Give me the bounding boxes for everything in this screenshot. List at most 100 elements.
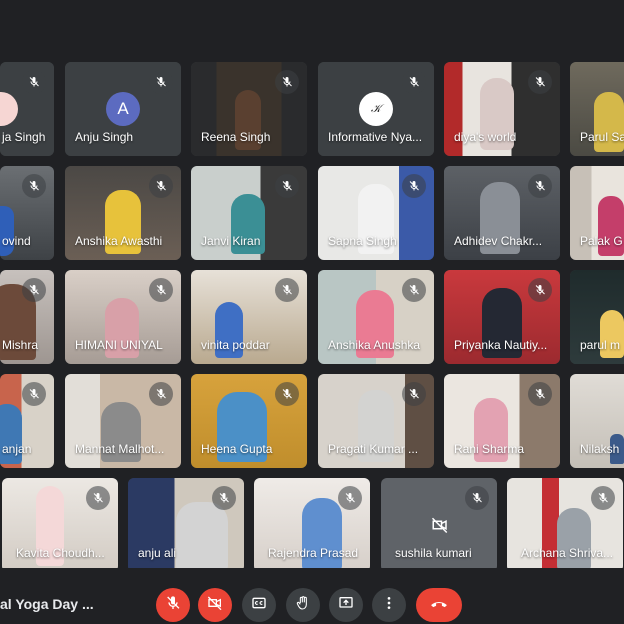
mic-off-icon (528, 382, 552, 406)
mic-off-icon (528, 70, 552, 94)
participant-tile[interactable]: Mishra (0, 270, 54, 364)
mic-off-icon (275, 382, 299, 406)
participant-name: Priyanka Nautiy... (454, 338, 548, 352)
participant-tile[interactable]: Anshika Anushka (318, 270, 434, 364)
participant-name: Heena Gupta (201, 442, 273, 456)
participant-tile[interactable]: ovind (0, 166, 54, 260)
hand-icon (295, 595, 311, 616)
participant-tile[interactable]: Rani Sharma (444, 374, 560, 468)
participant-name: ja Singh (2, 130, 46, 144)
participant-tile[interactable]: anju ali (128, 478, 244, 572)
raise-hand-button[interactable] (286, 588, 320, 622)
participant-tile[interactable]: Mannat Malhot... (65, 374, 181, 468)
mic-off-icon (149, 278, 173, 302)
participant-name: Rajendra Prasad (268, 546, 359, 560)
participant-tile[interactable]: anjan (0, 374, 54, 468)
participant-tile[interactable]: Anshika Awasthi (65, 166, 181, 260)
participant-name: Anshika Awasthi (75, 234, 163, 248)
participant-tile[interactable]: Priyanka Nautiy... (444, 270, 560, 364)
participant-tile[interactable]: Pragati Kumar ... (318, 374, 434, 468)
participant-name: ovind (2, 234, 31, 248)
participant-tile[interactable]: Rajendra Prasad (254, 478, 370, 572)
participant-figure (0, 206, 14, 256)
mic-off-icon (402, 70, 426, 94)
mic-off-icon (338, 486, 362, 510)
hang-up-icon (429, 593, 449, 618)
meeting-title: al Yoga Day ... (0, 596, 94, 612)
more-options-button[interactable] (372, 588, 406, 622)
captions-button[interactable] (242, 588, 276, 622)
participant-figure (557, 508, 591, 570)
participant-tile[interactable]: ja Singh (0, 62, 54, 156)
participant-name: Mannat Malhot... (75, 442, 165, 456)
mic-off-icon (465, 486, 489, 510)
present-button[interactable] (329, 588, 363, 622)
participant-tile[interactable]: Parul Sa (570, 62, 624, 156)
channel-logo: 𝒦 (359, 92, 393, 126)
participant-name: diya's world (454, 130, 517, 144)
participant-tile[interactable]: vinita poddar (191, 270, 307, 364)
participant-tile[interactable]: Reena Singh (191, 62, 307, 156)
participant-avatar: A (106, 92, 140, 126)
mic-off-icon (22, 70, 46, 94)
mic-off-icon (22, 174, 46, 198)
participant-name: Nilaksh (580, 442, 620, 456)
mic-off-icon (149, 70, 173, 94)
participant-tile[interactable]: 𝒦 Informative Nya... (318, 62, 434, 156)
mic-off-icon (591, 486, 615, 510)
participant-tile[interactable]: Adhidev Chakr... (444, 166, 560, 260)
participant-tile[interactable]: Sapna Singh (318, 166, 434, 260)
participant-name: Pragati Kumar ... (328, 442, 419, 456)
mic-off-icon (275, 278, 299, 302)
participant-tile[interactable]: sushila kumari (381, 478, 497, 572)
participant-name: Archana Shriva... (521, 546, 614, 560)
mic-off-icon (22, 382, 46, 406)
participant-name: Palak G (580, 234, 623, 248)
mic-toggle-button[interactable] (156, 588, 190, 622)
mic-off-icon (402, 174, 426, 198)
participant-name: Adhidev Chakr... (454, 234, 543, 248)
mic-off-icon (86, 486, 110, 510)
participant-name: Rani Sharma (454, 442, 525, 456)
participant-name: parul m (580, 338, 621, 352)
mic-off-icon (275, 174, 299, 198)
camera-off-icon (207, 595, 223, 616)
mic-off-icon (402, 382, 426, 406)
participant-name: Sapna Singh (328, 234, 397, 248)
mic-off-icon (149, 174, 173, 198)
participant-name: HIMANI UNIYAL (75, 338, 163, 352)
more-vert-icon (381, 595, 397, 616)
participant-tile[interactable]: diya's world (444, 62, 560, 156)
participant-name: Informative Nya... (328, 130, 423, 144)
participant-figure (176, 502, 228, 570)
mic-off-icon (212, 486, 236, 510)
participant-tile[interactable]: Archana Shriva... (507, 478, 623, 572)
captions-icon (251, 595, 267, 616)
mic-off-icon (165, 595, 181, 616)
participant-name: Parul Sa (580, 130, 624, 144)
participant-tile[interactable]: Palak G (570, 166, 624, 260)
present-screen-icon (338, 595, 354, 616)
mic-off-icon (528, 278, 552, 302)
participant-tile[interactable]: Heena Gupta (191, 374, 307, 468)
mic-off-icon (528, 174, 552, 198)
mic-off-icon (22, 278, 46, 302)
participant-tile[interactable]: Kavita Choudh... (2, 478, 118, 572)
participant-name: Anju Singh (75, 130, 134, 144)
participant-tile[interactable]: HIMANI UNIYAL (65, 270, 181, 364)
end-call-button[interactable] (416, 588, 462, 622)
participant-name: Janvi Kiran (201, 234, 261, 248)
participant-name: sushila kumari (395, 546, 472, 560)
participant-tile[interactable]: Janvi Kiran (191, 166, 307, 260)
mic-off-icon (149, 382, 173, 406)
camera-toggle-button[interactable] (198, 588, 232, 622)
participant-name: vinita poddar (201, 338, 270, 352)
mic-off-icon (275, 70, 299, 94)
participant-tile[interactable]: parul m (570, 270, 624, 364)
participant-name: Mishra (2, 338, 39, 352)
mic-off-icon (402, 278, 426, 302)
participant-name: anju ali (138, 546, 177, 560)
participant-name: Reena Singh (201, 130, 271, 144)
participant-tile[interactable]: Nilaksh (570, 374, 624, 468)
participant-tile[interactable]: A Anju Singh (65, 62, 181, 156)
